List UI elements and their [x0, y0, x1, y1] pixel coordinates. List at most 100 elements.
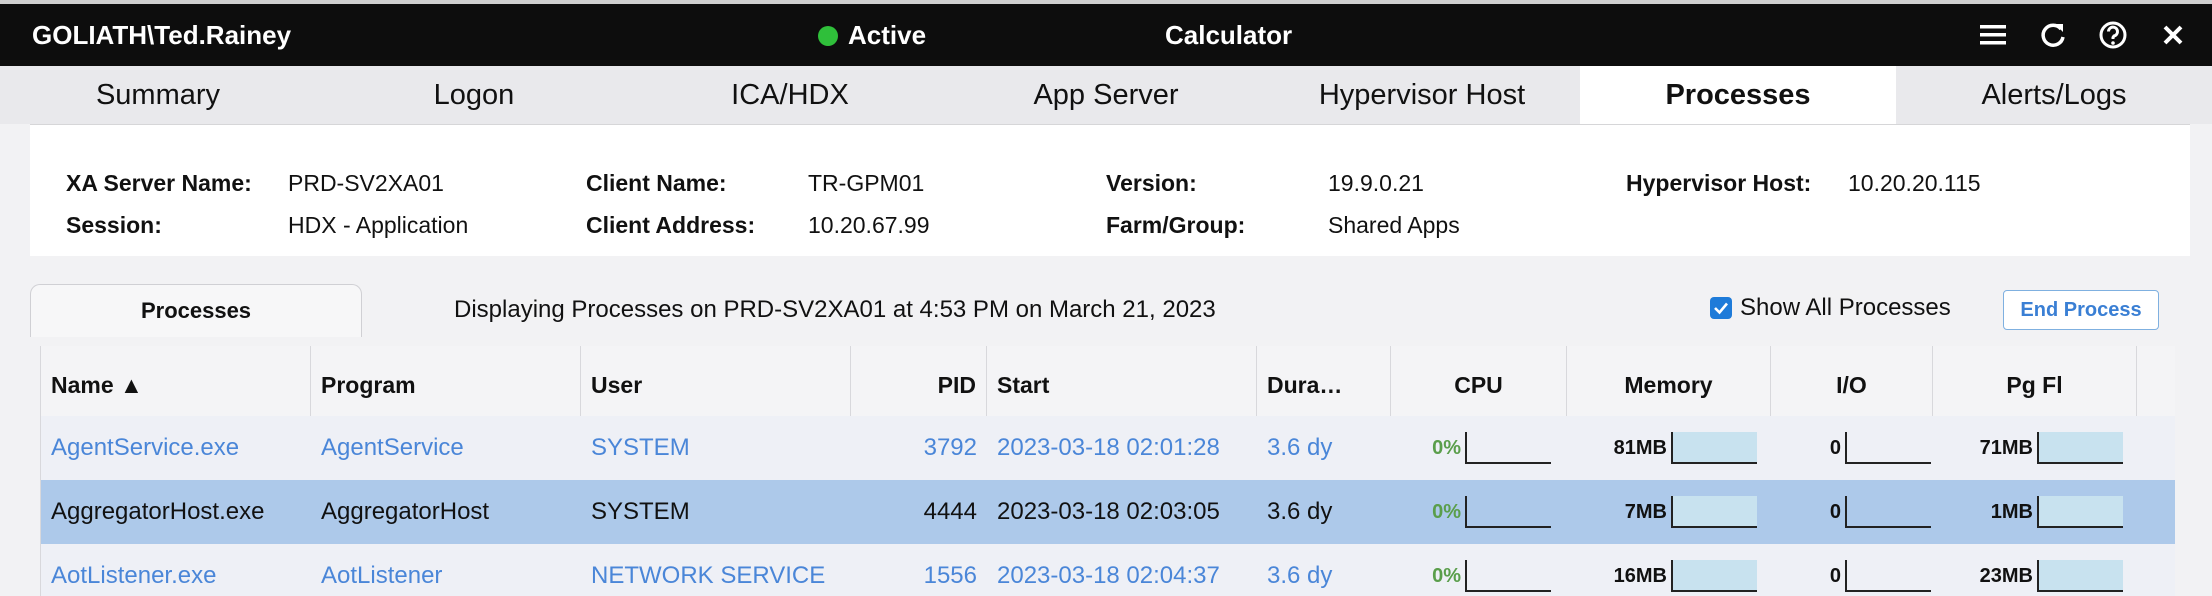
xa-server-label: XA Server Name:: [66, 170, 252, 196]
client-address-value: 10.20.67.99: [808, 212, 930, 238]
io-bar: [1845, 496, 1931, 528]
menu-icon[interactable]: [1974, 16, 2012, 54]
table-row-selected[interactable]: AggregatorHost.exe AggregatorHost SYSTEM…: [41, 480, 2175, 544]
process-duration: 3.6 dy: [1267, 434, 1333, 461]
hypervisor-host-value: 10.20.20.115: [1848, 170, 1981, 196]
pg-fl-value: 1MB: [1990, 500, 2033, 523]
cpu-meter: 0%: [1411, 480, 1551, 544]
io-meter: 0: [1791, 544, 1931, 596]
pg-fl-meter: 23MB: [1953, 544, 2123, 596]
farm-group-value: Shared Apps: [1328, 212, 1460, 238]
tab-processes[interactable]: Processes: [1580, 66, 1896, 124]
show-all-checkbox[interactable]: [1710, 297, 1732, 319]
show-all-processes[interactable]: Show All Processes: [1710, 294, 1951, 322]
io-value: 0: [1829, 500, 1841, 523]
help-icon[interactable]: [2094, 16, 2132, 54]
memory-bar: [1671, 432, 1757, 464]
session-status: Active: [818, 20, 926, 51]
pg-fl-bar: [2037, 432, 2123, 464]
memory-bar: [1671, 496, 1757, 528]
tab-app-server[interactable]: App Server: [948, 66, 1264, 124]
cpu-bar: [1465, 496, 1551, 528]
memory-value: 81MB: [1613, 436, 1667, 459]
column-header-memory[interactable]: Memory: [1567, 346, 1771, 416]
memory-meter: 7MB: [1587, 480, 1757, 544]
cpu-value: 0%: [1432, 436, 1461, 459]
column-header-cpu[interactable]: CPU: [1391, 346, 1567, 416]
tab-ica-hdx[interactable]: ICA/HDX: [632, 66, 948, 124]
process-name: AotListener.exe: [51, 562, 217, 589]
process-user: SYSTEM: [591, 434, 690, 461]
memory-value: 16MB: [1613, 564, 1667, 587]
process-program: AggregatorHost: [321, 498, 490, 525]
process-pid: 1556: [923, 562, 977, 589]
process-pid: 4444: [923, 498, 977, 525]
process-name: AggregatorHost.exe: [51, 498, 265, 525]
end-process-button[interactable]: End Process: [2003, 290, 2159, 330]
io-value: 0: [1829, 436, 1841, 459]
cpu-value: 0%: [1432, 500, 1461, 523]
tab-hypervisor-host[interactable]: Hypervisor Host: [1264, 66, 1580, 124]
io-bar: [1845, 560, 1931, 592]
io-bar: [1845, 432, 1931, 464]
io-meter: 0: [1791, 416, 1931, 480]
column-header-pg-fl[interactable]: Pg Fl: [1933, 346, 2137, 416]
titlebar-actions: [1974, 16, 2192, 54]
process-table: Name ▲ Program User PID Start Dura… CPU …: [40, 346, 2175, 596]
process-duration: 3.6 dy: [1267, 562, 1333, 589]
session-label: Session:: [66, 212, 162, 238]
refresh-icon[interactable]: [2034, 16, 2072, 54]
memory-meter: 81MB: [1587, 416, 1757, 480]
processes-subtab[interactable]: Processes: [30, 284, 362, 337]
left-gutter: [0, 124, 30, 596]
cpu-bar: [1465, 560, 1551, 592]
process-user: SYSTEM: [591, 498, 690, 525]
process-start: 2023-03-18 02:04:37: [997, 562, 1220, 589]
io-value: 0: [1829, 564, 1841, 587]
client-name-label: Client Name:: [586, 170, 727, 196]
column-header-user[interactable]: User: [581, 346, 851, 416]
session-info-panel: XA Server Name: PRD-SV2XA01 Session: HDX…: [30, 140, 2190, 256]
table-row[interactable]: AotListener.exe AotListener NETWORK SERV…: [41, 544, 2175, 596]
tab-alerts-logs[interactable]: Alerts/Logs: [1896, 66, 2212, 124]
session-user: GOLIATH\Ted.Rainey: [32, 20, 292, 50]
tab-logon[interactable]: Logon: [316, 66, 632, 124]
application-name: Calculator: [1165, 20, 1293, 50]
main-tabs: Summary Logon ICA/HDX App Server Hypervi…: [0, 66, 2212, 125]
hypervisor-host-label: Hypervisor Host:: [1626, 170, 1812, 196]
process-pid: 3792: [923, 434, 977, 461]
client-address-label: Client Address:: [586, 212, 756, 238]
close-icon[interactable]: [2154, 16, 2192, 54]
cpu-meter: 0%: [1411, 544, 1551, 596]
process-program: AgentService: [321, 434, 464, 461]
cpu-bar: [1465, 432, 1551, 464]
table-row[interactable]: AgentService.exe AgentService SYSTEM 379…: [41, 416, 2175, 480]
pg-fl-value: 23MB: [1979, 564, 2033, 587]
process-start: 2023-03-18 02:01:28: [997, 434, 1220, 461]
xa-server-value: PRD-SV2XA01: [288, 170, 444, 196]
column-header-start[interactable]: Start: [987, 346, 1257, 416]
column-header-program[interactable]: Program: [311, 346, 581, 416]
processes-caption: Displaying Processes on PRD-SV2XA01 at 4…: [454, 296, 1216, 323]
column-header-name[interactable]: Name ▲: [41, 346, 311, 416]
column-header-pid[interactable]: PID: [851, 346, 987, 416]
cpu-meter: 0%: [1411, 416, 1551, 480]
io-meter: 0: [1791, 480, 1931, 544]
pg-fl-meter: 71MB: [1953, 416, 2123, 480]
column-header-duration[interactable]: Dura…: [1257, 346, 1391, 416]
title-bar: GOLIATH\Ted.Rainey Active Calculator: [0, 0, 2212, 66]
session-value: HDX - Application: [288, 212, 469, 238]
cpu-value: 0%: [1432, 564, 1461, 587]
process-user: NETWORK SERVICE: [591, 562, 826, 589]
pg-fl-bar: [2037, 496, 2123, 528]
process-program: AotListener: [321, 562, 443, 589]
process-duration: 3.6 dy: [1267, 498, 1333, 525]
tab-summary[interactable]: Summary: [0, 66, 316, 124]
memory-bar: [1671, 560, 1757, 592]
version-value: 19.9.0.21: [1328, 170, 1424, 196]
client-name-value: TR-GPM01: [808, 170, 925, 196]
session-status-label: Active: [848, 20, 927, 50]
status-dot-icon: [818, 25, 838, 46]
memory-meter: 16MB: [1587, 544, 1757, 596]
column-header-io[interactable]: I/O: [1771, 346, 1933, 416]
